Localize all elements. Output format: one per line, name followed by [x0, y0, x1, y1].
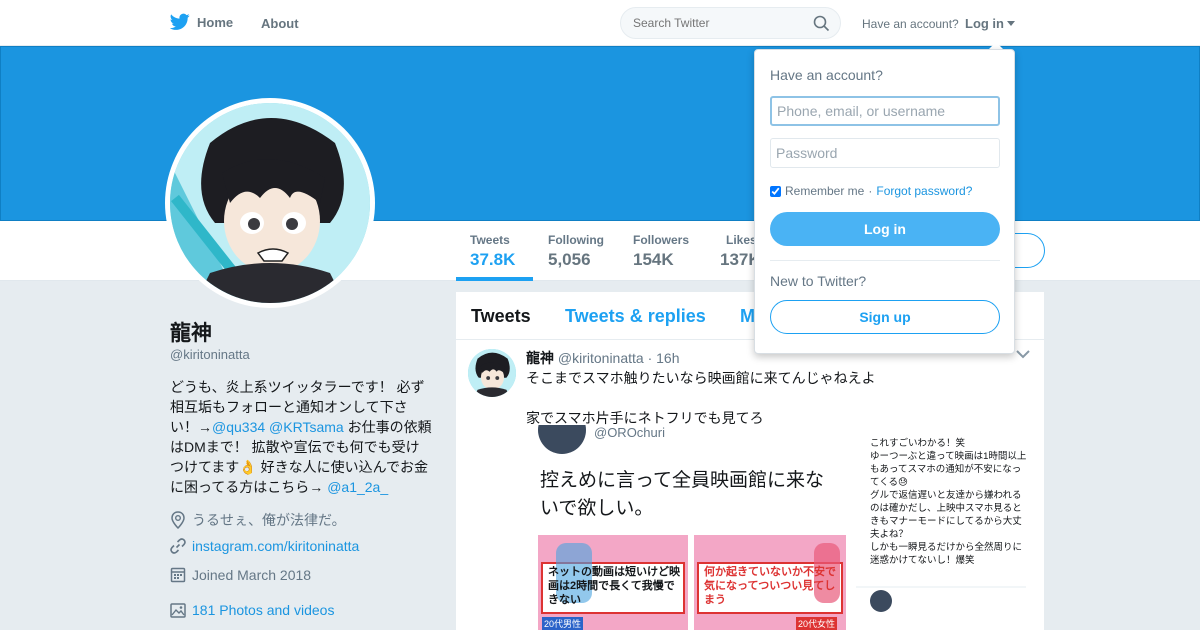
location-pin-icon	[171, 511, 185, 529]
profile-name: 龍神	[170, 322, 212, 345]
tab-tweets[interactable]: Tweets	[471, 306, 531, 327]
divider	[770, 260, 1000, 261]
joined-text: Joined March 2018	[192, 566, 312, 583]
quoted-handle: @OROchuri	[594, 425, 665, 440]
stat-value: 37.8K	[470, 250, 516, 269]
search-box[interactable]	[620, 7, 841, 39]
tweet-text: そこまでスマホ触りたいなら映画館に来てんじゃねえよ 家でスマホ片手にネトフリでも…	[526, 370, 876, 426]
caption-box-1: ネットの動画は短いけど映画は2時間で長くて我慢できない	[548, 566, 680, 606]
tweet[interactable]: 龍神 @kiritoninatta · 16h そこまでスマホ触りたいなら映画館…	[456, 340, 1044, 630]
stat-following[interactable]: Following 5,056	[548, 233, 604, 270]
login-button[interactable]: Log in	[770, 212, 1000, 246]
stat-followers[interactable]: Followers 154K	[633, 233, 689, 270]
stat-label: Following	[548, 233, 604, 247]
tab-tweets-replies[interactable]: Tweets & replies	[565, 306, 706, 327]
side-text: これすごいわかる！笑 ゆーつーぶと違って映画は1時間以上もあってスマホの通知が不…	[870, 438, 1027, 566]
tweet-header: 龍神 @kiritoninatta · 16h	[526, 348, 680, 368]
stat-value: 154K	[633, 250, 674, 269]
profile-bio: どうも、炎上系ツイッタラーです！ 必ず相互垢もフォローと通知オンして下さい！→@…	[170, 377, 432, 497]
remember-me-label[interactable]: Remember me	[785, 184, 864, 198]
link-icon	[170, 538, 186, 554]
login-toggle-label: Log in	[965, 16, 1004, 31]
stat-label: Tweets	[470, 233, 510, 247]
password-field[interactable]	[770, 138, 1000, 168]
top-navigation-bar: Home About Have an account? Log in	[0, 0, 1200, 46]
bio-mention-link[interactable]: @a1_2a_	[327, 479, 388, 495]
age-label-2: 20代女性	[796, 617, 838, 630]
remember-me-checkbox[interactable]	[770, 185, 781, 197]
profile-handle[interactable]: @kiritoninatta	[170, 347, 250, 362]
caption-box-2: 何か起きていないか不安で気になってついつい見てしまう	[704, 566, 836, 606]
tweet-author-name[interactable]: 龍神	[526, 350, 554, 366]
forgot-password-link[interactable]: Forgot password?	[876, 184, 972, 198]
tweet-author-handle[interactable]: @kiritoninatta	[558, 350, 644, 366]
stat-tweets[interactable]: Tweets 37.8K	[470, 233, 515, 270]
profile-joined: Joined March 2018	[170, 566, 311, 583]
have-account-text: Have an account?	[862, 17, 959, 31]
login-dropdown-toggle[interactable]: Log in	[965, 16, 1015, 31]
chevron-down-icon[interactable]	[1016, 350, 1030, 359]
nav-home-label: Home	[197, 14, 234, 30]
avatar-illustration	[170, 103, 370, 303]
avatar[interactable]	[170, 103, 370, 303]
tweet-timestamp[interactable]: · 16h	[648, 350, 680, 366]
new-to-twitter-text: New to Twitter?	[770, 273, 867, 289]
search-icon[interactable]	[813, 15, 830, 32]
tweet-avatar-illustration	[468, 349, 516, 397]
quoted-text: 控えめに言って全員映画館に来ないで欲しい。	[540, 470, 825, 519]
location-text: うるせぇ、俺が法律だ。	[192, 512, 346, 528]
profile-website: instagram.com/kiritoninatta	[170, 538, 359, 554]
active-tab-indicator	[456, 277, 533, 281]
profile-avatar-frame	[165, 98, 375, 308]
ok-hand-emoji: 👌	[239, 459, 257, 475]
username-field[interactable]	[770, 96, 1000, 126]
twitter-bird-icon	[170, 13, 190, 30]
photos-videos-label[interactable]: 181 Photos and videos	[192, 602, 334, 618]
login-dropdown: Have an account? Remember me · Forgot pa…	[754, 49, 1015, 354]
nav-about-link[interactable]: About	[261, 16, 299, 31]
dropdown-title: Have an account?	[770, 67, 883, 83]
tweet-avatar[interactable]	[468, 349, 516, 397]
search-input[interactable]	[633, 16, 803, 30]
bio-mention-link[interactable]: @KRTsama	[269, 419, 344, 435]
separator-dot: ·	[868, 184, 873, 198]
caret-down-icon	[1007, 21, 1015, 26]
website-link[interactable]: instagram.com/kiritoninatta	[192, 538, 359, 554]
photos-videos-link[interactable]: 181 Photos and videos	[170, 602, 334, 618]
image-icon	[170, 602, 186, 618]
age-label-1: 20代男性	[542, 617, 584, 630]
calendar-icon	[170, 567, 186, 583]
signup-button[interactable]: Sign up	[770, 300, 1000, 334]
tweet-media-image[interactable]: @OROchuri 控えめに言って全員映画館に来ないで欲しい。 ネットの動画は短…	[526, 425, 1032, 630]
remember-row: Remember me · Forgot password?	[770, 184, 972, 198]
bio-mention-link[interactable]: @qu334	[212, 419, 265, 435]
profile-location: うるせぇ、俺が法律だ。	[170, 510, 346, 530]
nav-home-link[interactable]: Home	[170, 13, 233, 31]
stat-label: Followers	[633, 233, 690, 247]
stat-value: 5,056	[548, 250, 591, 269]
